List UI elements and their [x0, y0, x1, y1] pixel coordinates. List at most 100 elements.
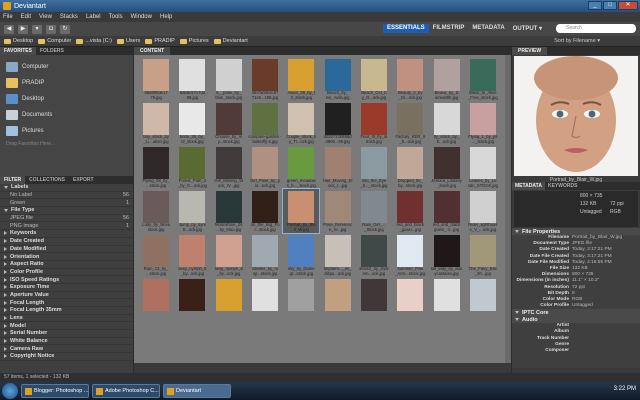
- start-button[interactable]: [2, 383, 18, 399]
- thumbnail-item[interactable]: Moonshine_26 ...by_Mao.jpg: [211, 189, 247, 233]
- thumbnail-item[interactable]: [138, 277, 174, 321]
- thumbnail-item[interactable]: Girl_Moving_St ock_IV...jpg: [211, 145, 247, 189]
- thumbnail-item[interactable]: The_Fairy_Bite _20...jpg: [465, 233, 501, 277]
- thumbnail-item[interactable]: fly_stock_by_ b...ock.jpg: [428, 101, 464, 145]
- thumbnail-item[interactable]: Fear_III_by_la trock.jpg: [356, 101, 392, 145]
- thumbnail-item[interactable]: red_and_black gown_ II...jpg: [428, 189, 464, 233]
- thumbnail-item[interactable]: 6__pose_by_ blue_stock.jpg: [211, 57, 247, 101]
- disclosure-triangle-icon[interactable]: [4, 331, 7, 336]
- filter-option[interactable]: Green 1: [0, 199, 133, 208]
- disclosure-triangle-icon[interactable]: [4, 246, 7, 251]
- disclosure-triangle-icon[interactable]: [4, 285, 7, 290]
- thumbnail-item[interactable]: Forest_Path_2 _by_G...ock.jpg: [174, 145, 210, 189]
- disclosure-triangle-icon[interactable]: [4, 269, 7, 274]
- disclosure-triangle-icon[interactable]: [4, 292, 7, 297]
- thumbnail-item[interactable]: compare-garden -butterfly-s.jpg: [247, 101, 283, 145]
- menu-file[interactable]: File: [3, 14, 13, 20]
- disclosure-triangle-icon[interactable]: [515, 311, 519, 315]
- thumbnail-item[interactable]: tall_lady_by_aun ycastaiso.jpg: [428, 233, 464, 277]
- breadcrumb-item[interactable]: Pictures: [179, 38, 209, 44]
- thumbnail-item[interactable]: bride_35_by_ t2_stock.jpg: [174, 101, 210, 145]
- disclosure-triangle-icon[interactable]: [4, 323, 7, 328]
- tab-content[interactable]: CONTENT: [134, 47, 171, 55]
- disclosure-triangle-icon[interactable]: [4, 300, 7, 305]
- breadcrumb-item[interactable]: PRADIP: [145, 38, 175, 44]
- thumbnail-item[interactable]: Rain_13_by_ ...stock.jpg: [138, 233, 174, 277]
- filter-category[interactable]: File Type: [0, 207, 133, 215]
- filter-category[interactable]: Lens: [0, 315, 133, 323]
- history-icon[interactable]: ▾: [32, 24, 42, 34]
- thumbnail-item[interactable]: Lady_by_Illeva stock.jpg: [138, 189, 174, 233]
- thumbnail-item[interactable]: Rain_Girl_... _Stock.jpg: [356, 189, 392, 233]
- thumbnail-item[interactable]: [174, 277, 210, 321]
- tab-folders[interactable]: FOLDERS: [36, 47, 68, 55]
- thumbnail-item[interactable]: Asian_36_by_t 2_stock.jpg: [283, 57, 319, 101]
- breadcrumb-item[interactable]: Deviantart: [213, 38, 248, 44]
- thumbnail-item[interactable]: Portrait_by_Bla ir_W.jpg: [282, 188, 321, 234]
- thumbnail-item[interactable]: Factory_KER_II _b...ock.jpg: [392, 101, 428, 145]
- content-scrollbar[interactable]: [505, 55, 511, 363]
- disclosure-triangle-icon[interactable]: [4, 262, 7, 267]
- sort-dropdown[interactable]: Sort by Filename ▾: [554, 38, 600, 44]
- filter-option[interactable]: JPEG file 56: [0, 215, 133, 223]
- camera-icon[interactable]: ◘: [46, 24, 56, 34]
- thumbnail-item[interactable]: Jump_by_syre tr...ock.jpg: [174, 189, 210, 233]
- disclosure-triangle-icon[interactable]: [4, 239, 7, 244]
- thumbnail-item[interactable]: [247, 277, 283, 321]
- filter-category[interactable]: Labels: [0, 184, 133, 192]
- filter-category[interactable]: Keywords: [0, 230, 133, 238]
- thumbnail-item[interactable]: Girl_Pose_by_p ia...ock.jpg: [247, 145, 283, 189]
- filter-category[interactable]: Model: [0, 322, 133, 331]
- thumbnail-item[interactable]: 6ab6c5717dd 09.jpg: [174, 57, 210, 101]
- disclosure-triangle-icon[interactable]: [4, 339, 7, 344]
- filter-category[interactable]: Focal Length 35mm: [0, 307, 133, 315]
- thumbnail-item[interactable]: Skyfarm..._on_ dispu...ock.jpg: [319, 233, 355, 277]
- tab-preview[interactable]: PREVIEW: [512, 47, 548, 55]
- thumbnail-item[interactable]: 4fb7a04e2c87 71c6...186.jpg: [247, 57, 283, 101]
- filter-category[interactable]: ISO Speed Ratings: [0, 276, 133, 284]
- disclosure-triangle-icon[interactable]: [4, 277, 7, 282]
- thumbnail-item[interactable]: Hair_Moving_St ock_I...jpg: [319, 145, 355, 189]
- filter-category[interactable]: Serial Number: [0, 330, 133, 338]
- filter-category[interactable]: Camera Raw: [0, 345, 133, 354]
- menu-label[interactable]: Label: [86, 14, 101, 20]
- tab-keywords[interactable]: KEYWORDS: [545, 182, 580, 190]
- filter-category[interactable]: Date Created: [0, 238, 133, 246]
- breadcrumb-item[interactable]: Users: [116, 38, 140, 44]
- thumbnail-item[interactable]: 96df8f0de17 76.jpg: [138, 57, 174, 101]
- thumbnail-item[interactable]: Couple_stock_b y_Tr...ock.jpg: [283, 101, 319, 145]
- breadcrumb-item[interactable]: Computer: [38, 38, 71, 44]
- thumbnail-item[interactable]: [465, 277, 501, 321]
- thumbnail-item[interactable]: sky_by_Dame gr...stock.jpg: [283, 233, 319, 277]
- thumbnail-item[interactable]: Into_the_Eye _b..._stock.jpg: [356, 145, 392, 189]
- thumbnail-item[interactable]: Beauty_II_by _Gi...ock.jpg: [392, 57, 428, 101]
- thumbnail-size-bar[interactable]: [134, 363, 511, 373]
- thumbnail-item[interactable]: Black_to_Alive _Free_stock.jpg: [465, 57, 501, 101]
- thumbnail-item[interactable]: green_meadow s_b..._stock.jpg: [283, 145, 319, 189]
- filter-category[interactable]: Orientation: [0, 253, 133, 261]
- section-file-properties[interactable]: File Properties: [512, 228, 640, 235]
- thumbnail-item[interactable]: boy_stock_by _Li...ation.jpg: [138, 101, 174, 145]
- thumbnail-item[interactable]: Dropped_flo_ by...stock.jpg: [392, 145, 428, 189]
- menu-stacks[interactable]: Stacks: [60, 14, 78, 20]
- minimize-button[interactable]: _: [588, 1, 602, 10]
- thumbnail-item[interactable]: sexy_nymph_6 _by...ock.jpg: [211, 233, 247, 277]
- filter-option[interactable]: PNG image 1: [0, 222, 133, 231]
- thumbnail-item[interactable]: Rider_lighthous e_V_...ock.jpg: [465, 189, 501, 233]
- workspace-filmstrip[interactable]: FILMSTRIP: [429, 24, 469, 33]
- thumbnail-item[interactable]: Jessica_Lindsey _stock.jpg: [428, 145, 464, 189]
- thumbnail-item[interactable]: Flying_08_by_ ...stock.jpg: [138, 145, 174, 189]
- preview-image[interactable]: [514, 56, 638, 176]
- thumbnail-item[interactable]: [428, 277, 464, 321]
- thumbnail-item[interactable]: on_the_ling_Fo r...stock.jpg: [247, 189, 283, 233]
- disclosure-triangle-icon[interactable]: [4, 231, 7, 236]
- thumbnail-item[interactable]: [356, 277, 392, 321]
- rotate-icon[interactable]: ↻: [60, 24, 70, 34]
- thumbnail-item[interactable]: Shelter_by_m op...stock.jpg: [247, 233, 283, 277]
- thumbnail-item[interactable]: Beach_by_ Ivo_Avila.jpg: [319, 57, 355, 101]
- thumbnail-item[interactable]: d03271f39f66d 4806...69.jpg: [319, 101, 355, 145]
- close-button[interactable]: ✕: [618, 1, 638, 10]
- breadcrumb-item[interactable]: ...vista (C:): [76, 38, 112, 44]
- disclosure-triangle-icon[interactable]: [4, 208, 8, 212]
- disclosure-triangle-icon[interactable]: [4, 346, 7, 351]
